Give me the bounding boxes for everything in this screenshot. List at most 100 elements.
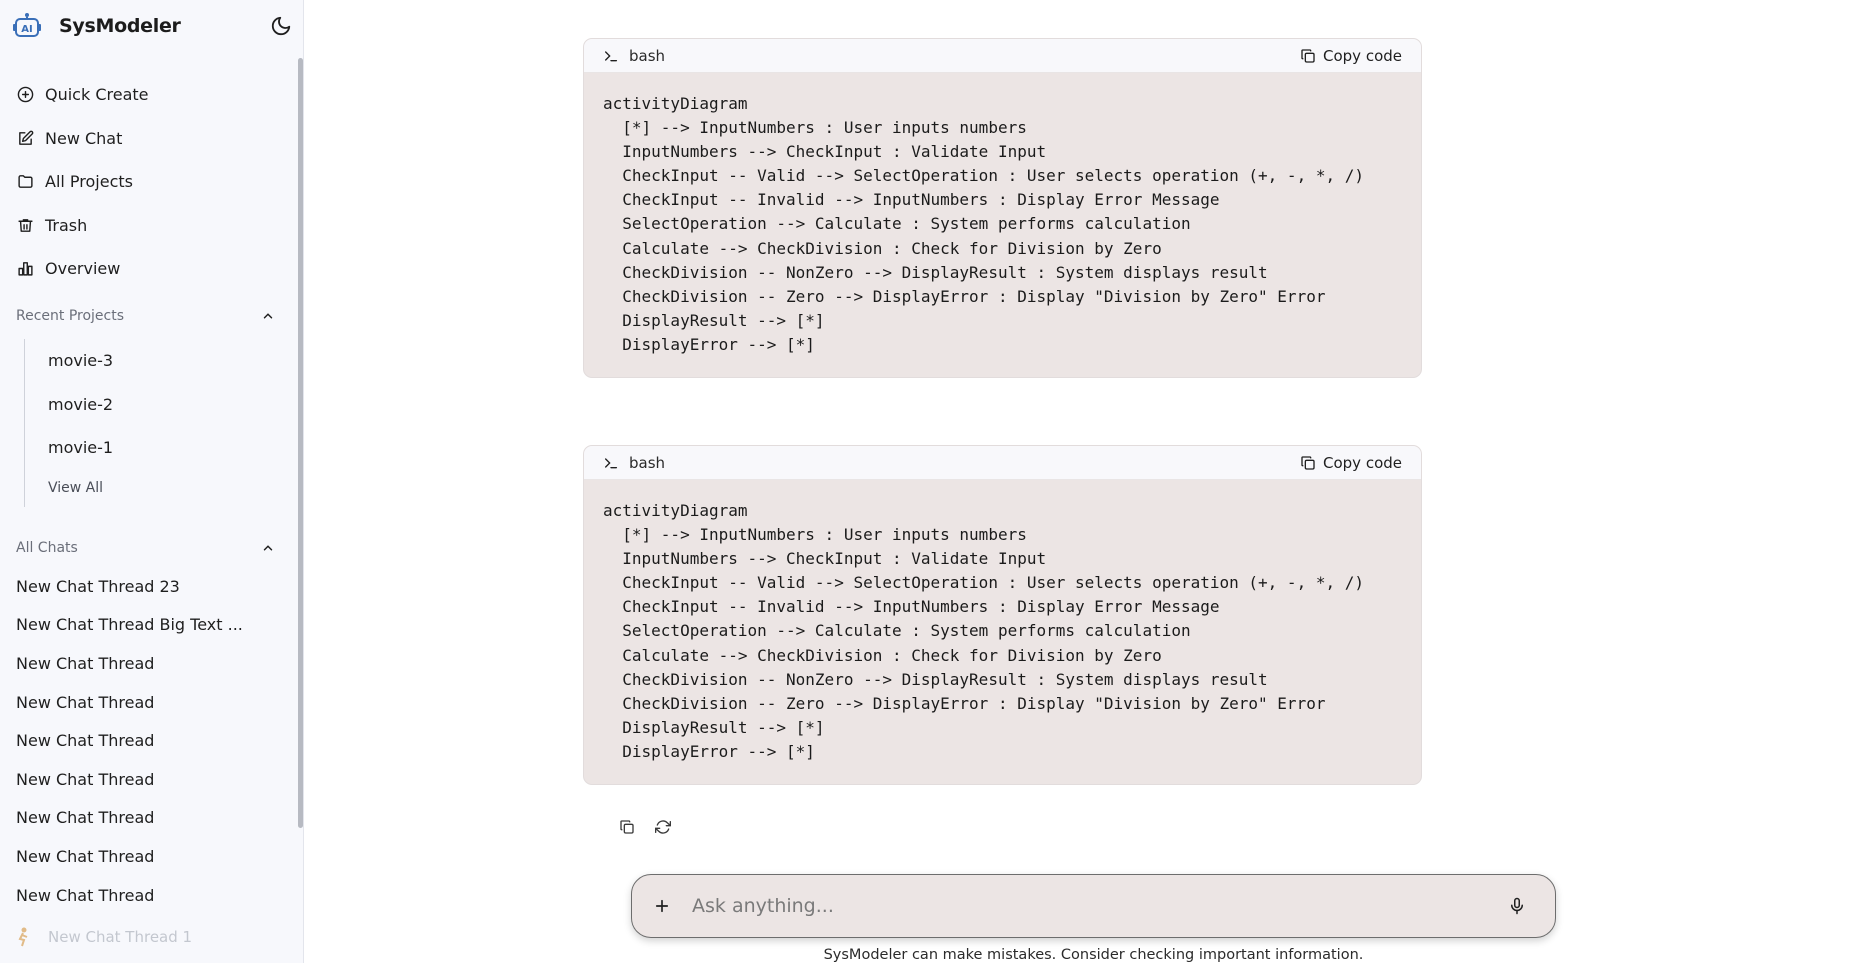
code-line: Calculate --> CheckDivision : Check for … xyxy=(603,238,1162,258)
copy-message-button[interactable] xyxy=(618,818,636,836)
code-language-label: bash xyxy=(629,46,666,65)
chat-item[interactable]: New Chat Thread xyxy=(16,799,276,838)
nav-trash[interactable]: Trash xyxy=(16,204,276,248)
all-chats-header[interactable]: All Chats xyxy=(16,537,276,559)
chat-item[interactable]: New Chat Thread xyxy=(16,721,276,760)
trash-icon xyxy=(16,216,34,234)
terminal-icon xyxy=(605,457,617,468)
copy-icon xyxy=(1301,455,1315,470)
code-line: CheckInput -- Invalid --> InputNumbers :… xyxy=(603,597,1220,617)
terminal-icon xyxy=(605,50,617,61)
message-actions xyxy=(618,818,672,836)
recent-project-item[interactable]: movie-1 xyxy=(25,426,274,470)
code-line: [*] --> InputNumbers : User inputs numbe… xyxy=(603,118,1027,138)
moon-icon xyxy=(271,16,291,36)
refresh-icon xyxy=(655,820,671,834)
code-language: bash xyxy=(603,454,665,472)
recent-project-item[interactable]: movie-2 xyxy=(25,383,274,427)
chat-item[interactable]: New Chat Thread xyxy=(16,876,276,915)
code-block-header: bash Copy code xyxy=(584,446,1421,480)
nav-label: All Projects xyxy=(45,172,133,192)
chat-item[interactable]: New Chat Thread 23 xyxy=(16,567,276,606)
copy-icon xyxy=(620,820,634,834)
all-chats-title: All Chats xyxy=(16,540,78,556)
chat-item[interactable]: New Chat Thread xyxy=(16,760,276,799)
code-line: CheckDivision -- Zero --> DisplayError :… xyxy=(603,693,1326,713)
chevron-up-icon xyxy=(260,308,276,324)
nav-new-chat[interactable]: New Chat xyxy=(16,117,276,161)
folder-icon xyxy=(16,173,34,191)
code-line: Calculate --> CheckDivision : Check for … xyxy=(603,645,1162,665)
code-line: DisplayResult --> [*] xyxy=(603,717,825,737)
code-block-header: bash Copy code xyxy=(584,39,1421,73)
code-line: DisplayError --> [*] xyxy=(603,741,815,761)
code-line: DisplayResult --> [*] xyxy=(603,310,825,330)
code-line: activityDiagram xyxy=(603,94,748,113)
main-nav: Quick Create New Chat All Projects Trash… xyxy=(16,73,276,291)
recent-projects-title: Recent Projects xyxy=(16,308,125,324)
code-line: CheckInput -- Valid --> SelectOperation … xyxy=(603,573,1364,593)
code-content: activityDiagram [*] --> InputNumbers : U… xyxy=(584,73,1421,377)
nav-label: Overview xyxy=(45,259,121,279)
runner-avatar-icon xyxy=(18,927,28,947)
recent-projects-header[interactable]: Recent Projects xyxy=(16,305,276,327)
sidebar-scrollbar[interactable] xyxy=(298,58,303,828)
disclaimer-text: SysModeler can make mistakes. Consider c… xyxy=(823,947,1364,963)
chat-composer xyxy=(631,874,1556,938)
chat-list: New Chat Thread 23 New Chat Thread Big T… xyxy=(16,567,276,914)
nav-overview[interactable]: Overview xyxy=(16,247,276,291)
brand-name: SysModeler xyxy=(59,15,181,37)
code-line: InputNumbers --> CheckInput : Validate I… xyxy=(603,142,1047,162)
attach-button[interactable] xyxy=(650,894,674,918)
nav-label: New Chat xyxy=(45,128,123,148)
code-line: activityDiagram xyxy=(603,501,748,520)
brand[interactable]: AI SysModeler xyxy=(13,11,181,41)
nav-quick-create[interactable]: Quick Create xyxy=(16,73,276,117)
code-line: CheckInput -- Valid --> SelectOperation … xyxy=(603,166,1364,186)
code-block: bash Copy code activityDiagram [*] --> I… xyxy=(583,445,1422,786)
code-line: SelectOperation --> Calculate : System p… xyxy=(603,214,1191,234)
code-line: CheckDivision -- NonZero --> DisplayResu… xyxy=(603,669,1268,689)
chat-item[interactable]: New Chat Thread xyxy=(16,644,276,683)
chat-item[interactable]: New Chat Thread xyxy=(16,683,276,722)
chat-item[interactable]: New Chat Thread xyxy=(16,837,276,876)
nav-label: Quick Create xyxy=(45,85,149,105)
code-language-label: bash xyxy=(629,453,666,472)
nav-all-projects[interactable]: All Projects xyxy=(16,160,276,204)
view-all-link[interactable]: View All xyxy=(25,470,274,506)
recent-projects-list: movie-3 movie-2 movie-1 View All xyxy=(24,339,274,507)
user-row[interactable]: New Chat Thread 1 xyxy=(14,924,192,950)
nav-label: Trash xyxy=(45,215,88,235)
chevron-up-icon xyxy=(260,540,276,556)
code-language: bash xyxy=(603,47,665,65)
recent-project-item[interactable]: movie-3 xyxy=(25,339,274,383)
theme-toggle-button[interactable] xyxy=(268,13,294,39)
copy-code-label: Copy code xyxy=(1323,453,1402,472)
copy-icon xyxy=(1301,48,1315,63)
code-line: CheckDivision -- Zero --> DisplayError :… xyxy=(603,286,1326,306)
ai-robot-logo-icon: AI xyxy=(13,13,41,37)
copy-code-button[interactable]: Copy code xyxy=(1300,47,1402,65)
chat-input[interactable] xyxy=(692,895,1505,917)
plus-icon xyxy=(655,899,669,913)
code-line: SelectOperation --> Calculate : System p… xyxy=(603,621,1191,641)
code-line: DisplayError --> [*] xyxy=(603,334,815,354)
regenerate-button[interactable] xyxy=(654,818,672,836)
code-line: CheckDivision -- NonZero --> DisplayResu… xyxy=(603,262,1268,282)
chat-item[interactable]: New Chat Thread Big Text ... xyxy=(16,606,276,645)
plus-circle-icon xyxy=(16,86,34,104)
sidebar: AI SysModeler Quick Create New Chat All … xyxy=(0,0,304,963)
code-line: InputNumbers --> CheckInput : Validate I… xyxy=(603,549,1047,569)
svg-text:AI: AI xyxy=(21,24,32,35)
code-content: activityDiagram [*] --> InputNumbers : U… xyxy=(584,480,1421,784)
microphone-icon xyxy=(1511,897,1523,915)
user-name: New Chat Thread 1 xyxy=(48,928,193,946)
copy-code-label: Copy code xyxy=(1323,46,1402,65)
voice-input-button[interactable] xyxy=(1505,894,1529,918)
code-line: CheckInput -- Invalid --> InputNumbers :… xyxy=(603,190,1220,210)
edit-icon xyxy=(16,129,34,147)
copy-code-button[interactable]: Copy code xyxy=(1300,454,1402,472)
code-line: [*] --> InputNumbers : User inputs numbe… xyxy=(603,525,1027,545)
bar-chart-icon xyxy=(16,260,34,278)
code-block: bash Copy code activityDiagram [*] --> I… xyxy=(583,38,1422,379)
